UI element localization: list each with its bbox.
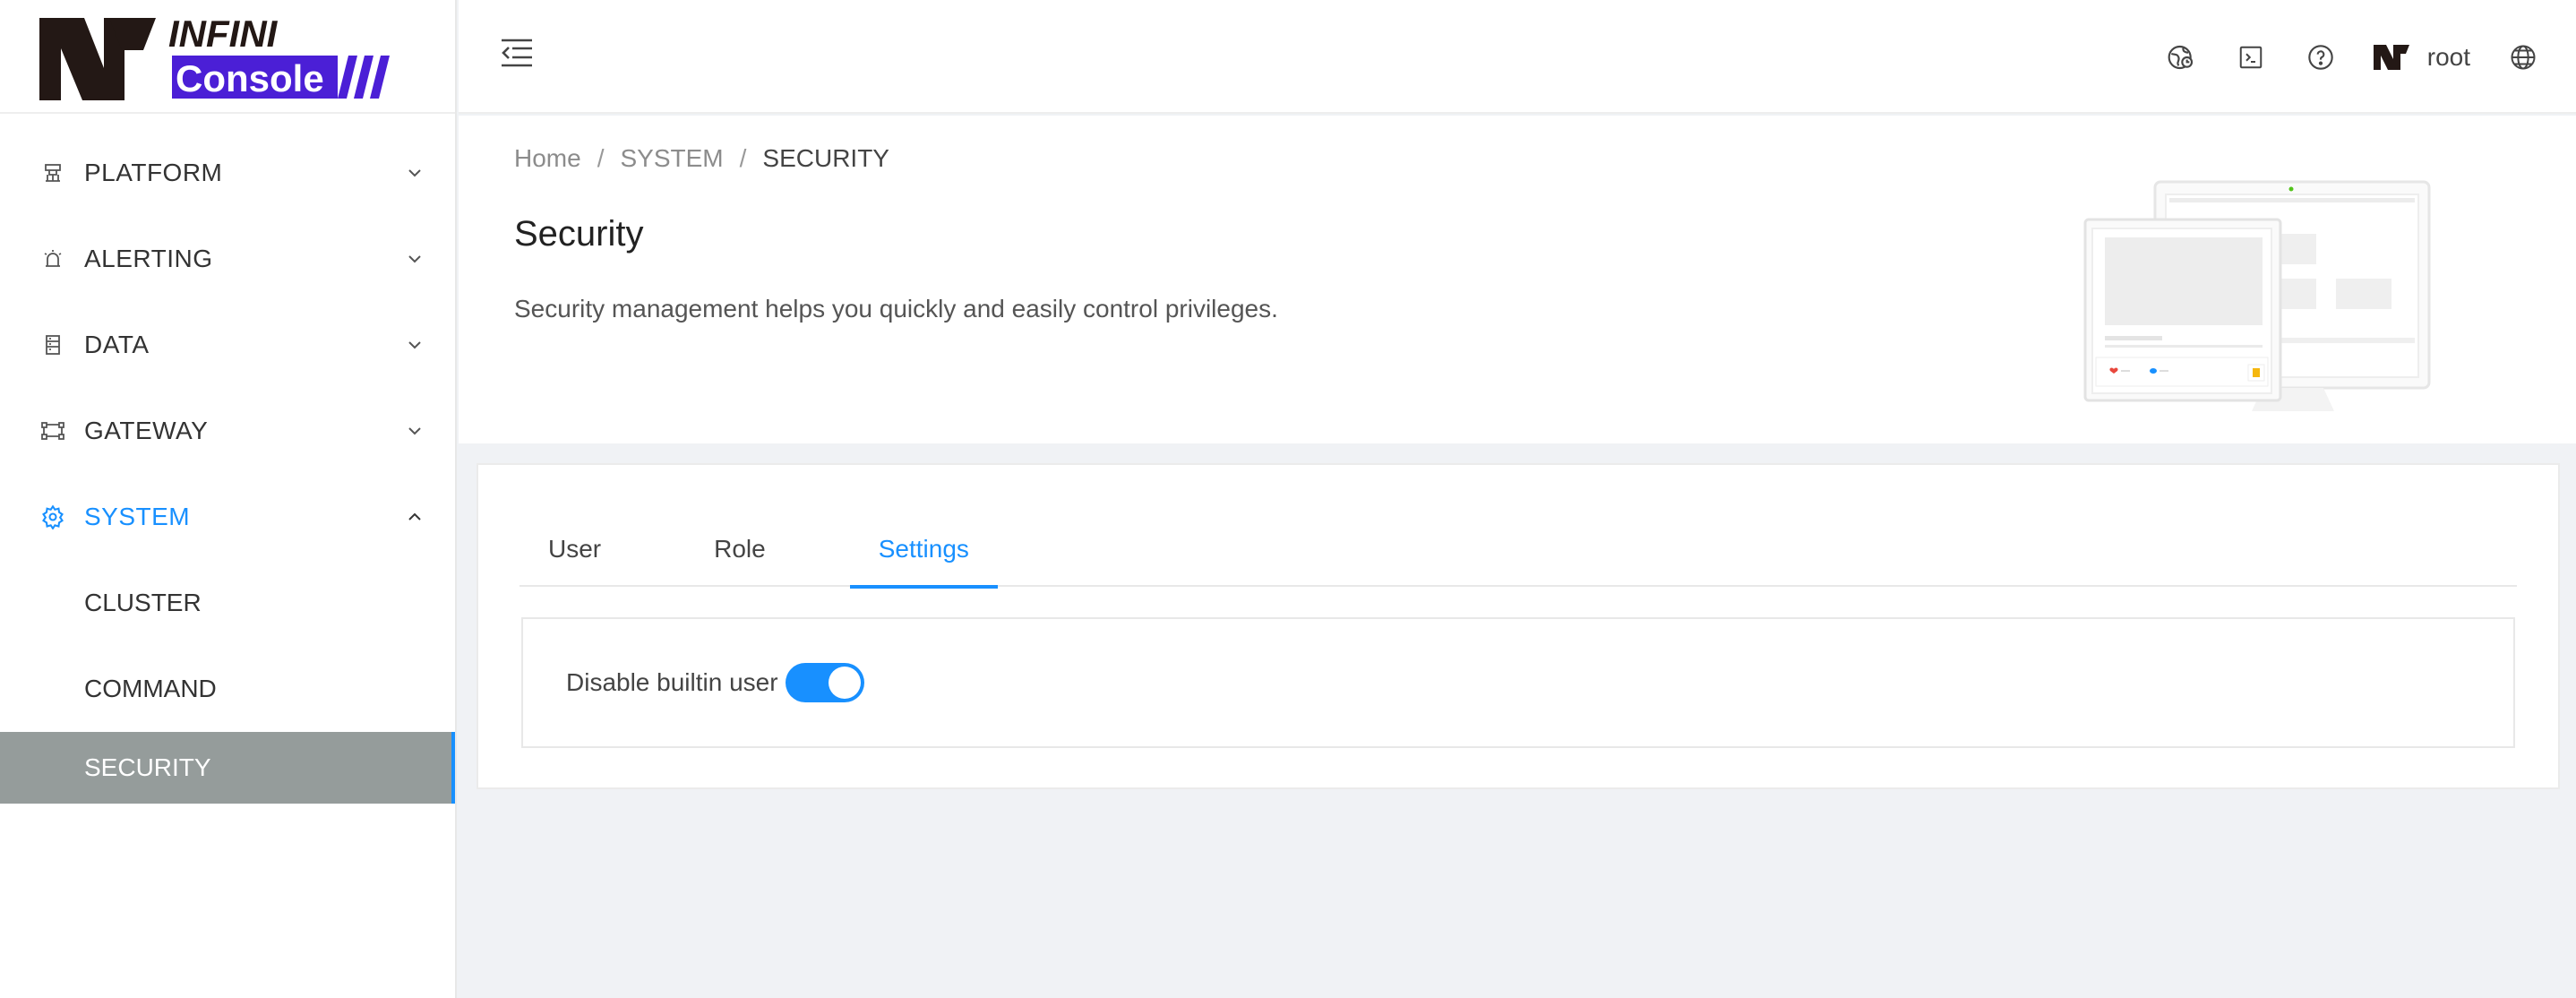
database-icon — [39, 331, 66, 358]
breadcrumb-system[interactable]: SYSTEM — [620, 144, 723, 173]
chevron-down-icon — [408, 169, 421, 177]
chevron-down-icon — [408, 255, 421, 263]
sidebar-item-platform[interactable]: PLATFORM — [0, 130, 455, 216]
sidebar-item-label: ALERTING — [84, 245, 213, 272]
security-card: User Role Settings Disable builtin user — [477, 463, 2560, 789]
sidebar-item-label: GATEWAY — [84, 417, 209, 444]
security-illustration — [2083, 180, 2431, 411]
logo-text-top: INFINI — [168, 14, 279, 55]
gear-icon — [39, 503, 66, 530]
sidebar: INFINI Console PLATFORM ALERTING DATA GA… — [0, 0, 457, 998]
tab-bar: User Role Settings — [519, 512, 2517, 589]
logo-text-bottom: Console — [176, 57, 324, 99]
sidebar-subitem-command[interactable]: COMMAND — [0, 646, 455, 732]
top-header: root — [459, 0, 2576, 114]
tab-user[interactable]: User — [519, 512, 630, 587]
settings-panel: Disable builtin user — [521, 617, 2515, 748]
disable-builtin-user-label: Disable builtin user — [566, 668, 778, 696]
sidebar-item-label: PLATFORM — [84, 159, 223, 186]
chevron-up-icon — [408, 512, 421, 521]
breadcrumb-separator: / — [597, 144, 605, 172]
gateway-icon — [39, 417, 66, 444]
tab-settings[interactable]: Settings — [849, 512, 999, 589]
tab-role[interactable]: Role — [685, 512, 794, 587]
chevron-down-icon — [408, 341, 421, 349]
avatar — [2373, 44, 2409, 70]
sidebar-subitem-security[interactable]: SECURITY — [0, 732, 455, 804]
disable-builtin-user-toggle[interactable] — [785, 663, 864, 702]
alarm-icon — [39, 245, 66, 272]
menu-fold-icon[interactable] — [500, 38, 534, 73]
breadcrumb-home[interactable]: Home — [514, 144, 581, 173]
language-globe-icon[interactable] — [2507, 41, 2539, 73]
infini-console-logo: INFINI Console — [39, 14, 390, 100]
username: root — [2426, 42, 2470, 71]
sidebar-item-data[interactable]: DATA — [0, 302, 455, 388]
sidebar-item-alerting[interactable]: ALERTING — [0, 216, 455, 302]
page-header: Home / SYSTEM / SECURITY Security Securi… — [459, 116, 2576, 443]
logo[interactable]: INFINI Console — [0, 0, 455, 114]
help-icon[interactable] — [2305, 41, 2337, 73]
breadcrumb: Home / SYSTEM / SECURITY — [514, 144, 889, 173]
terminal-icon[interactable] — [2235, 41, 2267, 73]
globe-clock-icon[interactable] — [2165, 41, 2197, 73]
toggle-knob — [828, 667, 861, 699]
platform-icon — [39, 159, 66, 186]
sidebar-item-gateway[interactable]: GATEWAY — [0, 388, 455, 474]
breadcrumb-separator: / — [739, 144, 747, 172]
sidebar-item-label: SYSTEM — [84, 503, 191, 530]
chevron-down-icon — [408, 427, 421, 435]
sidebar-item-label: DATA — [84, 331, 150, 358]
breadcrumb-current: SECURITY — [762, 144, 889, 172]
header-actions: root — [2146, 0, 2558, 114]
user-menu[interactable]: root — [2373, 42, 2470, 72]
page-description: Security management helps you quickly an… — [514, 295, 1278, 323]
sidebar-subitem-cluster[interactable]: CLUSTER — [0, 560, 455, 646]
sidebar-item-system[interactable]: SYSTEM — [0, 474, 455, 560]
page-title: Security — [514, 214, 644, 254]
